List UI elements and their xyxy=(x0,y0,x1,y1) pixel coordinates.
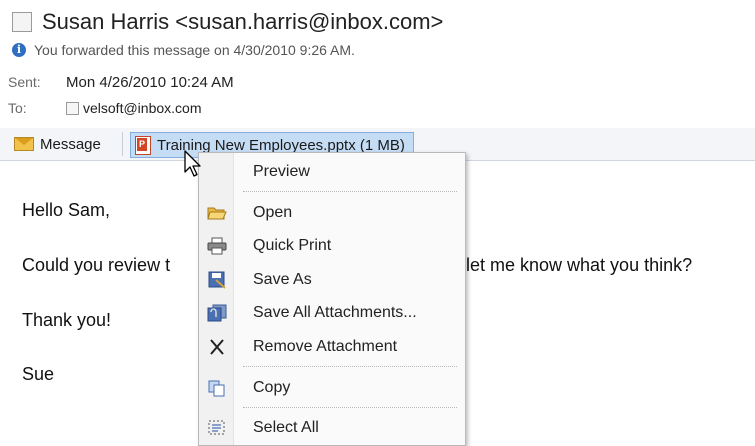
menu-label-save-all-attachments: Save All Attachments... xyxy=(253,304,417,321)
printer-icon xyxy=(207,237,227,255)
to-row: To: velsoft@inbox.com xyxy=(8,98,201,118)
menu-item-select-all[interactable]: Select All xyxy=(199,415,465,441)
sender-checkbox[interactable] xyxy=(12,12,32,32)
sent-row: Sent: Mon 4/26/2010 10:24 AM xyxy=(8,72,234,92)
select-all-icon xyxy=(208,420,225,435)
to-value[interactable]: velsoft@inbox.com xyxy=(83,100,201,116)
menu-label-quick-print: Quick Print xyxy=(253,237,332,254)
mouse-cursor-icon xyxy=(184,150,201,177)
attachment-context-menu: Preview Open Quick Print Save As Save Al… xyxy=(198,152,466,446)
menu-item-remove-attachment[interactable]: Remove Attachment xyxy=(199,334,465,360)
menu-item-quick-print[interactable]: Quick Print xyxy=(199,233,465,259)
menu-item-open[interactable]: Open xyxy=(199,200,465,226)
menu-label-preview: Preview xyxy=(253,163,310,180)
info-icon: i xyxy=(12,43,26,57)
menu-separator xyxy=(243,366,457,367)
message-tab[interactable]: Message xyxy=(14,134,101,154)
menu-item-preview[interactable]: Preview xyxy=(199,159,465,185)
menu-label-copy: Copy xyxy=(253,379,291,396)
body-line-right: let me know what you think? xyxy=(466,255,693,275)
close-x-icon xyxy=(210,339,224,355)
menu-separator xyxy=(243,191,457,192)
folder-open-icon xyxy=(207,207,227,220)
powerpoint-icon xyxy=(135,135,151,155)
body-signature: Sue xyxy=(22,364,55,384)
attachment-separator xyxy=(122,132,123,156)
sent-value: Mon 4/26/2010 10:24 AM xyxy=(66,73,234,91)
menu-item-save-as[interactable]: Save As xyxy=(199,267,465,293)
sent-label: Sent: xyxy=(8,74,41,90)
info-bar: i You forwarded this message on 4/30/201… xyxy=(12,40,355,60)
menu-label-save-as: Save As xyxy=(253,271,312,288)
menu-item-copy[interactable]: Copy xyxy=(199,375,465,401)
sender-row: Susan Harris <susan.harris@inbox.com> xyxy=(12,6,443,38)
envelope-icon xyxy=(14,137,34,151)
menu-label-remove-attachment: Remove Attachment xyxy=(253,338,398,355)
info-text: You forwarded this message on 4/30/2010 … xyxy=(34,42,355,58)
menu-separator xyxy=(243,407,457,408)
save-as-icon xyxy=(208,271,226,289)
copy-icon xyxy=(208,380,225,397)
recipient-contact-icon xyxy=(66,101,79,115)
sender-name: Susan Harris <susan.harris@inbox.com> xyxy=(42,9,444,34)
menu-item-save-all-attachments[interactable]: Save All Attachments... xyxy=(199,300,465,326)
save-all-icon xyxy=(207,304,227,322)
message-header: Susan Harris <susan.harris@inbox.com> i … xyxy=(0,0,755,128)
body-thanks: Thank you! xyxy=(22,310,112,330)
message-tab-label: Message xyxy=(40,135,101,153)
body-greeting: Hello Sam, xyxy=(22,200,111,220)
to-label: To: xyxy=(8,100,27,116)
menu-label-open: Open xyxy=(253,204,293,221)
menu-label-select-all: Select All xyxy=(253,419,319,436)
menu-icon-gutter xyxy=(199,153,234,445)
body-line-left: Could you review t xyxy=(22,255,171,275)
